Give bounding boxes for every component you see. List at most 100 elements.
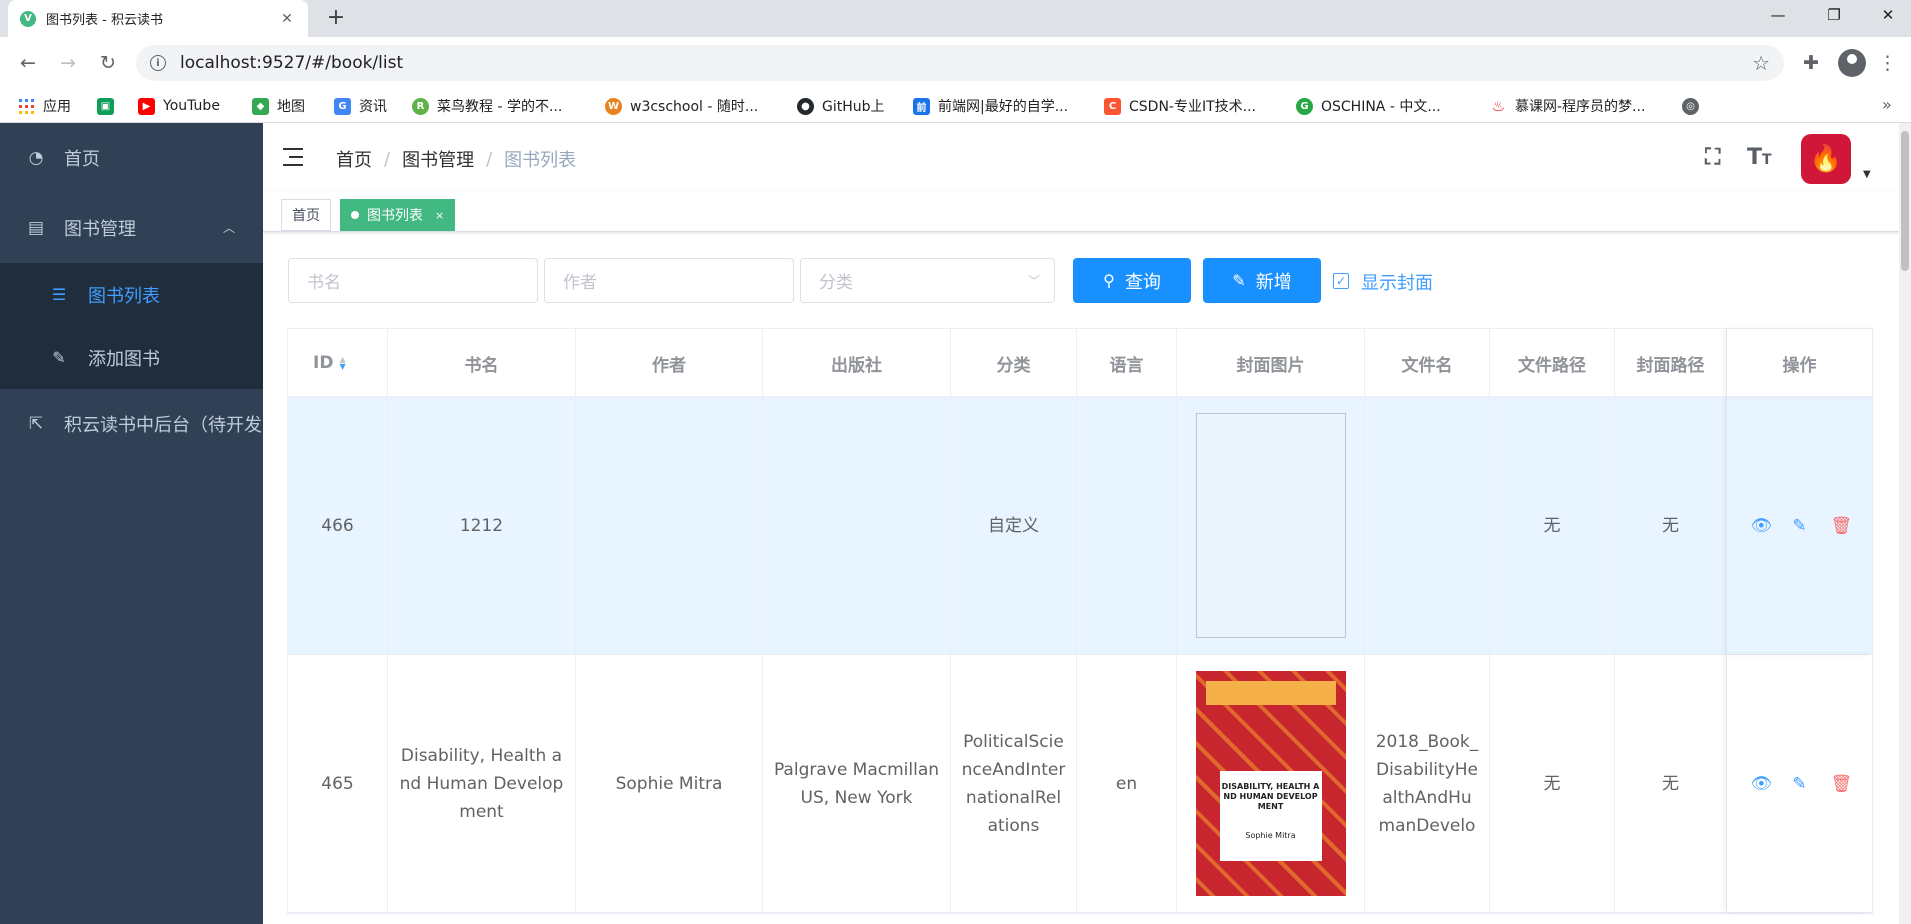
search-icon: ⚲ <box>1103 271 1115 290</box>
extensions-icon[interactable]: ✚ <box>1798 50 1824 76</box>
bookmark-w3cschool[interactable]: W w3cschool - 随时... <box>605 89 758 123</box>
star-icon[interactable]: ☆ <box>1752 51 1770 75</box>
bookmark-maps[interactable]: ◆ 地图 <box>252 89 305 123</box>
bookmark-unnamed[interactable]: ▣ <box>97 89 122 123</box>
delete-icon[interactable]: 🗑 <box>1831 770 1853 798</box>
column-header-author: 作者 <box>576 329 763 397</box>
bookmark-github[interactable]: ● GitHub上 <box>797 89 885 123</box>
bookmark-label: w3cschool - 随时... <box>630 99 759 115</box>
category-select[interactable]: 分类 ﹀ <box>800 258 1055 303</box>
browser-tab-title: 图书列表 - 积云读书 <box>46 13 163 28</box>
cover-image[interactable]: DISABILITY, HEALTH AND HUMAN DEVELOPMENT… <box>1195 671 1346 896</box>
minimize-icon[interactable]: — <box>1758 6 1798 24</box>
browser-tab[interactable]: V 图书列表 - 积云读书 ✕ <box>8 0 308 37</box>
info-icon[interactable]: i <box>150 55 166 71</box>
menu-dots-icon[interactable]: ⋮ <box>1878 49 1897 77</box>
cell-author <box>576 397 763 654</box>
cell-filepath: 无 <box>1490 397 1615 654</box>
close-window-icon[interactable]: ✕ <box>1868 6 1908 24</box>
cover-image-placeholder[interactable] <box>1195 413 1346 638</box>
sidebar-item-book-management[interactable]: ▤ 图书管理 ︿ <box>0 193 263 263</box>
show-cover-checkbox[interactable]: ✓ <box>1333 273 1349 289</box>
maps-pin-icon: ◆ <box>252 97 269 115</box>
bookmark-oschina[interactable]: G OSCHINA - 中文... <box>1296 89 1441 123</box>
sort-icon[interactable]: ▲ ▼ <box>339 356 345 371</box>
cell-cover <box>1177 397 1365 654</box>
back-icon[interactable]: ← <box>14 49 42 77</box>
column-header-category: 分类 <box>951 329 1077 397</box>
cover-title-text: DISABILITY, HEALTH AND HUMAN DEVELOPMENT <box>1221 782 1320 811</box>
avatar[interactable]: 🔥 <box>1801 134 1851 184</box>
bookmarks-overflow-icon[interactable]: » <box>1882 95 1892 114</box>
cell-language: en <box>1077 655 1177 912</box>
news-icon: G <box>334 97 351 115</box>
table-row[interactable]: 466 1212 自定义 无 无 👁 ✎ 🗑 <box>288 397 1872 655</box>
browser-tab-strip: V 图书列表 - 积云读书 ✕ + — ❐ ✕ <box>0 0 1911 37</box>
cell-title: 1212 <box>388 397 576 654</box>
tag-book-list[interactable]: 图书列表 × <box>340 199 456 231</box>
omnibox[interactable]: i localhost:9527/#/book/list ☆ <box>136 45 1784 81</box>
cell-coverpath: 无 <box>1615 397 1727 654</box>
bookmark-news[interactable]: G 资讯 <box>334 89 387 123</box>
bookmark-label: CSDN-专业IT技术... <box>1129 99 1256 115</box>
url-text[interactable]: localhost:9527/#/book/list <box>180 53 1752 73</box>
cell-filename <box>1365 397 1490 654</box>
document-icon: ▤ <box>27 218 45 238</box>
new-tab-icon[interactable]: + <box>322 6 350 32</box>
sidebar-item-admin-external[interactable]: ⇱ 积云读书中后台（待开发 <box>0 389 263 459</box>
caret-down-icon[interactable]: ▼ <box>1863 169 1871 180</box>
breadcrumb-book-management[interactable]: 图书管理 <box>402 146 474 172</box>
bookmark-qianduan[interactable]: 前 前端网|最好的自学... <box>913 89 1068 123</box>
scrollbar-thumb[interactable] <box>1901 131 1909 271</box>
vertical-scrollbar[interactable] <box>1899 123 1911 924</box>
bookmark-globe[interactable]: ◎ <box>1682 89 1707 123</box>
bookmark-youtube[interactable]: ▶ YouTube <box>138 89 220 123</box>
bookmark-label: YouTube <box>163 98 220 114</box>
category-select-placeholder: 分类 <box>819 273 853 293</box>
hamburger-icon[interactable] <box>283 147 305 167</box>
column-header-id[interactable]: ID ▲ ▼ <box>288 329 388 397</box>
table-row[interactable]: 465 Disability, Health and Human Develop… <box>288 655 1872 913</box>
restore-icon[interactable]: ❐ <box>1814 6 1854 24</box>
show-cover-label[interactable]: 显示封面 <box>1361 269 1433 295</box>
github-icon: ● <box>797 97 814 115</box>
dashboard-icon: ◔ <box>28 148 44 168</box>
breadcrumb-home[interactable]: 首页 <box>336 146 372 172</box>
add-button-label: 新增 <box>1255 271 1292 293</box>
oschina-icon: G <box>1296 97 1313 115</box>
edit-icon: ✎ <box>52 348 66 367</box>
sidebar-item-home[interactable]: ◔ 首页 <box>0 123 263 193</box>
title-search-input[interactable]: 书名 <box>288 258 538 303</box>
bookmark-csdn[interactable]: C CSDN-专业IT技术... <box>1104 89 1256 123</box>
close-tab-icon[interactable]: ✕ <box>278 11 296 27</box>
add-button[interactable]: ✎ 新增 <box>1203 258 1321 303</box>
profile-icon[interactable] <box>1838 49 1866 77</box>
cell-author: Sophie Mitra <box>576 655 763 912</box>
bookmark-imooc[interactable]: ♨ 慕课网-程序员的梦... <box>1490 89 1645 123</box>
view-icon[interactable]: 👁 <box>1751 770 1773 798</box>
search-button[interactable]: ⚲ 查询 <box>1073 258 1191 303</box>
forward-icon[interactable]: → <box>54 49 82 77</box>
main-content: 首页 / 图书管理 / 图书列表 ⛶ TT 🔥 ▼ 首页 图书列表 × 书名 作… <box>263 123 1911 924</box>
sidebar-item-book-list[interactable]: ☰ 图书列表 <box>0 263 263 326</box>
author-search-input[interactable]: 作者 <box>544 258 794 303</box>
external-link-icon: ⇱ <box>28 414 44 434</box>
font-size-icon[interactable]: TT <box>1747 145 1772 170</box>
delete-icon[interactable]: 🗑 <box>1831 512 1853 540</box>
bookmark-apps[interactable]: 应用 <box>18 89 71 123</box>
edit-icon[interactable]: ✎ <box>1791 770 1809 798</box>
view-icon[interactable]: 👁 <box>1751 512 1773 540</box>
cell-category: PoliticalScienceAndInternationalRelation… <box>951 655 1077 912</box>
reload-icon[interactable]: ↻ <box>94 49 122 77</box>
tag-home[interactable]: 首页 <box>281 199 331 231</box>
sidebar-item-add-book[interactable]: ✎ 添加图书 <box>0 326 263 389</box>
edit-icon[interactable]: ✎ <box>1791 512 1809 540</box>
sidebar-item-label: 图书管理 <box>64 219 136 240</box>
breadcrumb-separator: / <box>384 148 391 170</box>
address-toolbar: ← → ↻ i localhost:9527/#/book/list ☆ ✚ ⋮ <box>0 37 1911 89</box>
runoob-icon: R <box>412 97 429 115</box>
bookmark-runoob[interactable]: R 菜鸟教程 - 学的不... <box>412 89 562 123</box>
bookmarks-bar: 应用 ▣ ▶ YouTube ◆ 地图 G 资讯 R 菜鸟教程 - 学的不...… <box>0 89 1911 123</box>
fullscreen-icon[interactable]: ⛶ <box>1705 145 1720 170</box>
close-tag-icon[interactable]: × <box>435 209 444 222</box>
